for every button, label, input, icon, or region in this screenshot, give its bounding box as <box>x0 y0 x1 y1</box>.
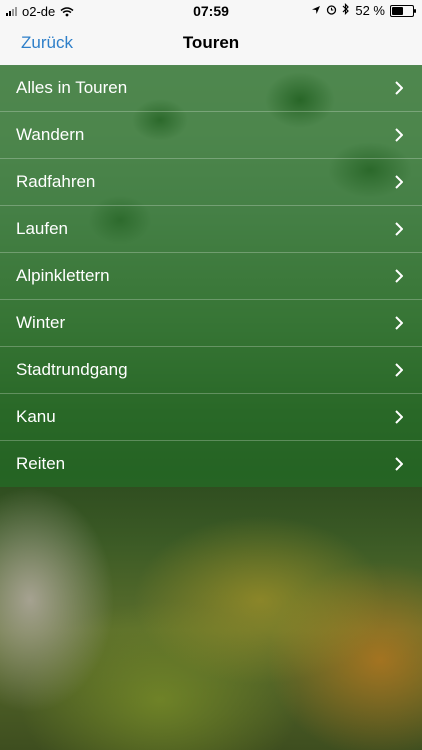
list-item-label: Alpinklettern <box>16 266 110 285</box>
alarm-icon <box>326 3 337 18</box>
battery-level <box>392 6 404 15</box>
list-item-label: Kanu <box>16 407 56 426</box>
navigation-bar: Zurück Touren <box>0 22 422 66</box>
list-item-label: Winter <box>16 313 66 332</box>
list-item-label: Reiten <box>16 454 66 473</box>
battery-percent: 52 % <box>355 3 385 18</box>
chevron-right-icon <box>395 363 403 377</box>
list-item[interactable]: Reiten <box>0 441 422 487</box>
chevron-right-icon <box>395 128 403 142</box>
chevron-right-icon <box>395 410 403 424</box>
list-item[interactable]: Alpinklettern <box>0 253 422 300</box>
chevron-right-icon <box>395 457 403 471</box>
list-item[interactable]: Winter <box>0 300 422 347</box>
chevron-right-icon <box>395 175 403 189</box>
list-item[interactable]: Laufen <box>0 206 422 253</box>
chevron-right-icon <box>395 81 403 95</box>
status-bar: o2-de 07:59 52 % <box>0 0 422 22</box>
bluetooth-icon <box>342 3 350 18</box>
list-item[interactable]: Kanu <box>0 394 422 441</box>
list-item[interactable]: Stadtrundgang <box>0 347 422 394</box>
list-item[interactable]: Alles in Touren <box>0 65 422 112</box>
list-item[interactable]: Radfahren <box>0 159 422 206</box>
location-arrow-icon <box>311 3 321 18</box>
list-item-label: Radfahren <box>16 172 96 191</box>
chevron-right-icon <box>395 222 403 236</box>
tour-category-list: Alles in Touren Wandern Radfahren Laufen… <box>0 65 422 487</box>
status-right: 52 % <box>311 3 416 18</box>
chevron-right-icon <box>395 269 403 283</box>
chevron-right-icon <box>395 316 403 330</box>
battery-icon <box>390 4 416 17</box>
list-item-label: Stadtrundgang <box>16 360 128 379</box>
list-item-label: Laufen <box>16 219 68 238</box>
list-item-label: Wandern <box>16 125 85 144</box>
list-item[interactable]: Wandern <box>0 112 422 159</box>
page-title: Touren <box>182 33 240 52</box>
list-item-label: Alles in Touren <box>16 78 128 97</box>
